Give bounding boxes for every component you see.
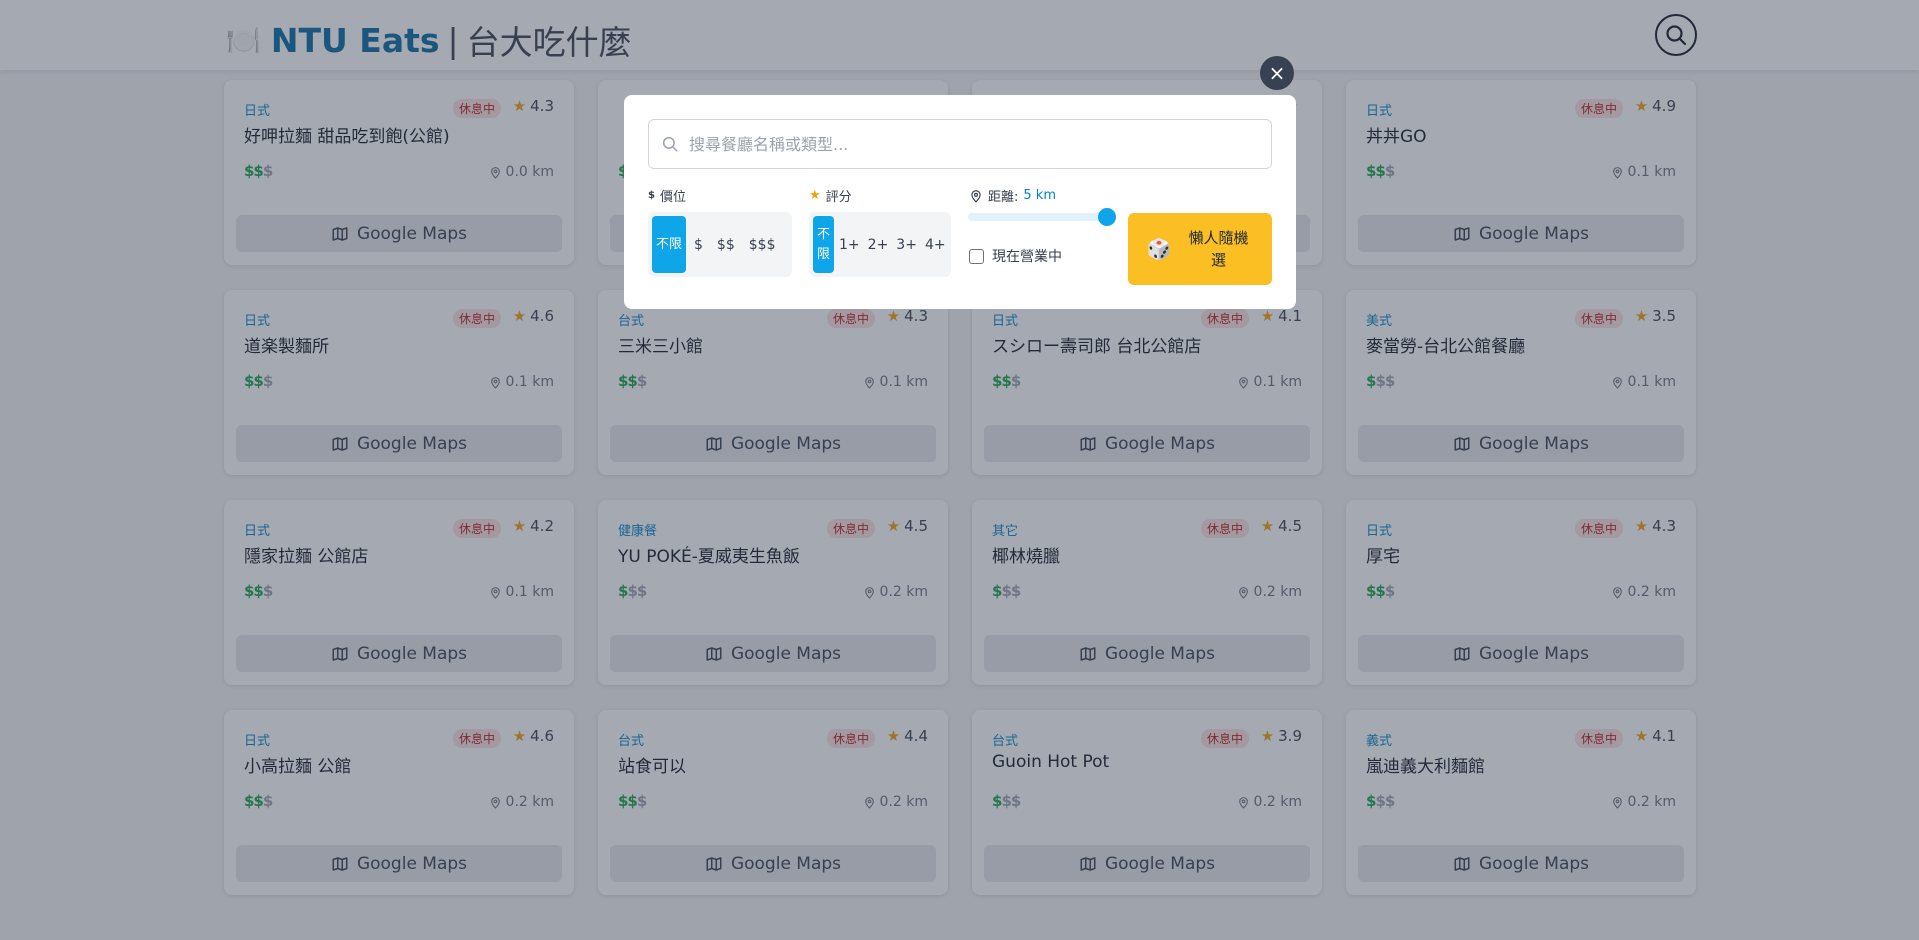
search-icon	[662, 136, 678, 152]
star-icon: ★	[809, 188, 821, 203]
rating-option-any[interactable]: 不限	[813, 216, 835, 273]
price-option-3[interactable]: $$$	[743, 216, 782, 273]
rating-filter: 不限 1+ 2+ 3+ 4+	[809, 212, 951, 277]
price-filter-label: $ 價位	[648, 190, 686, 205]
search-input[interactable]	[689, 134, 1249, 154]
close-button[interactable]: ×	[1260, 56, 1294, 90]
distance-filter-label: 距離: 5 km	[969, 186, 1056, 205]
open-now-checkbox[interactable]	[969, 248, 984, 264]
random-pick-label: 懶人隨機選	[1188, 229, 1249, 269]
distance-slider[interactable]	[968, 208, 1116, 226]
random-pick-button[interactable]: 🎲 懶人隨機選	[1128, 213, 1272, 285]
rating-filter-label: ★ 評分	[809, 188, 852, 205]
restaurant-search-field[interactable]	[648, 119, 1272, 169]
price-option-2[interactable]: $$	[711, 216, 741, 273]
price-option-any[interactable]: 不限	[652, 216, 686, 273]
open-now-label: 現在營業中	[992, 249, 1062, 265]
filter-modal: $ 價位 不限 $ $$ $$$ ★ 評分 不限 1+ 2+ 3+ 4+ 距離:…	[624, 95, 1296, 309]
rating-option-3[interactable]: 3+	[893, 216, 920, 273]
price-option-1[interactable]: $	[688, 216, 709, 273]
distance-value: 5 km	[1023, 188, 1056, 203]
rating-option-2[interactable]: 2+	[865, 216, 892, 273]
price-filter: 不限 $ $$ $$$	[648, 212, 792, 277]
distance-slider-thumb[interactable]	[1098, 208, 1116, 226]
location-pin-icon	[971, 189, 981, 203]
open-now-toggle[interactable]: 現在營業中	[969, 246, 1062, 266]
dollar-icon: $	[648, 190, 655, 201]
dice-icon: 🎲	[1146, 237, 1172, 261]
rating-option-4[interactable]: 4+	[922, 216, 949, 273]
rating-option-1[interactable]: 1+	[836, 216, 863, 273]
